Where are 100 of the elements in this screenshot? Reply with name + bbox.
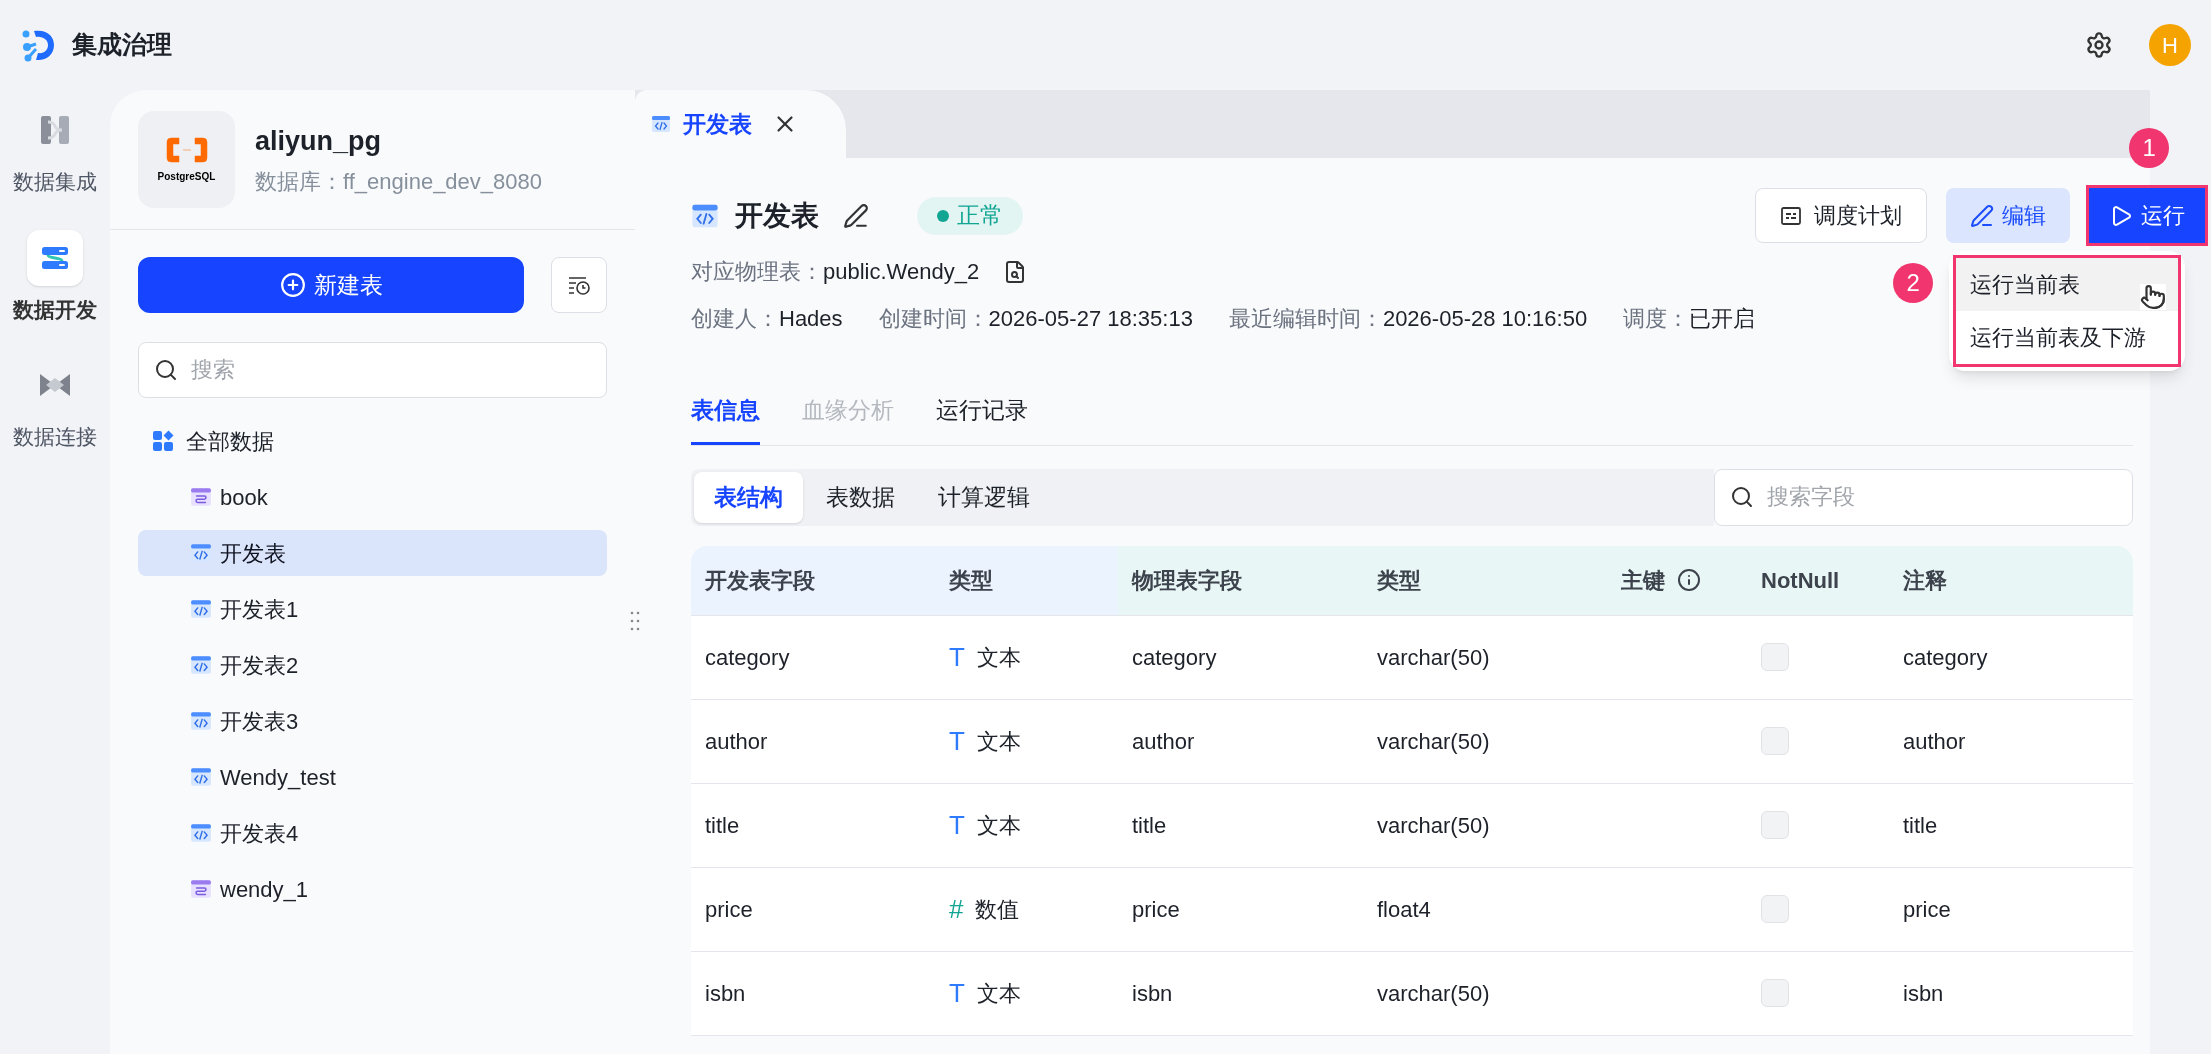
schedule-button[interactable]: 调度计划 (1755, 188, 1928, 243)
checkbox[interactable] (1761, 895, 1789, 923)
type-cell-text: # 数值 (948, 892, 1021, 926)
table-cell-text: category (1131, 643, 1218, 672)
segment-tab[interactable]: 计算逻辑 (918, 471, 1050, 523)
meta-value: 2026-05-27 18:35:13 (988, 305, 1193, 333)
tree-item[interactable]: 开发表 (138, 530, 607, 576)
table-cell-text: author (1131, 727, 1196, 756)
segment-tab[interactable]: 表数据 (806, 471, 915, 523)
datasource-name: aliyun_pg (255, 124, 383, 158)
table-cell-text: title (704, 811, 741, 840)
column-header: NotNull (1747, 545, 1889, 615)
checkbox[interactable] (1761, 727, 1789, 755)
column-header: 类型 (1363, 545, 1607, 615)
edit-button[interactable]: 编辑 (1946, 188, 2071, 243)
editor-tab[interactable]: 开发表 (635, 90, 846, 158)
tree-item[interactable]: 开发表2 (138, 642, 607, 688)
history-filter-button[interactable] (551, 257, 607, 313)
tree-item[interactable]: 开发表4 (138, 810, 607, 856)
code-table-icon (190, 822, 212, 844)
meta-value: public.Wendy_2 (823, 258, 980, 286)
type-cell-text: T 文本 (948, 640, 1022, 674)
code-table-icon (651, 114, 671, 134)
plus-icon (279, 272, 306, 298)
meta-value: Hades (779, 305, 843, 333)
column-header: 物理表字段 (1118, 545, 1363, 615)
menu-item[interactable]: 运行当前表 (1956, 258, 2179, 311)
meta-label: 创建人： (691, 305, 779, 333)
table-cell-text: price (704, 895, 754, 924)
settings-icon[interactable] (2085, 31, 2113, 59)
new-table-button[interactable]: 新建表 (138, 257, 524, 313)
meta-value: 2026-05-28 10:16:50 (1382, 305, 1588, 333)
table-cell-text: isbn (704, 979, 747, 1008)
meta-label: 最近编辑时间： (1228, 305, 1383, 333)
edit-icon[interactable] (843, 202, 869, 229)
field-search[interactable]: 搜索字段 (1714, 468, 2133, 526)
column-header: 开发表字段 (691, 545, 935, 615)
table-cell-text: varchar(50) (1376, 811, 1491, 840)
hand-pointer-icon (2140, 284, 2167, 310)
nav-item[interactable]: 数据连接 (13, 357, 97, 453)
table-cell-text: author (704, 727, 769, 756)
database-name: 数据库：ff_engine_dev_8080 (255, 168, 542, 197)
callout-number: 2 (1893, 263, 1934, 303)
table-title: 开发表 (735, 198, 819, 233)
meta-label: 创建时间： (878, 305, 989, 333)
search-icon (1730, 484, 1754, 509)
info-tab[interactable]: 表信息 (691, 393, 760, 445)
table-cell-text: title (1902, 811, 1939, 840)
checkbox[interactable] (1761, 643, 1789, 671)
checkbox[interactable] (1761, 979, 1789, 1007)
meta-label: 调度： (1623, 305, 1690, 333)
segment-tab[interactable]: 表结构 (694, 471, 803, 523)
tree-item[interactable]: wendy_1 (138, 866, 607, 912)
callout-number: 1 (2129, 128, 2170, 168)
type-cell-text: T 文本 (948, 724, 1022, 758)
logo-caption: PostgreSQL (157, 170, 216, 184)
table-cell-text: isbn (1131, 979, 1174, 1008)
panel-icon (1780, 204, 1803, 227)
table-icon (190, 878, 212, 900)
table-cell-text: varchar(50) (1376, 979, 1491, 1008)
table-cell-text: varchar(50) (1376, 727, 1491, 756)
pencil-icon (1970, 203, 1995, 228)
table-cell-text: price (1902, 895, 1952, 924)
run-button[interactable]: 运行 (2089, 188, 2206, 243)
table-cell-text: float4 (1376, 895, 1432, 924)
meta-value: 已开启 (1689, 305, 1756, 333)
type-cell-text: T 文本 (948, 976, 1022, 1010)
info-tab[interactable]: 运行记录 (936, 393, 1028, 445)
table-cell-text: title (1131, 811, 1168, 840)
app-title: 集成治理 (72, 29, 172, 61)
tree-item[interactable]: book (138, 474, 607, 520)
search-field[interactable]: 搜索 (138, 342, 607, 398)
tree-root[interactable]: 全部数据 (186, 424, 274, 458)
table-icon (190, 486, 212, 508)
column-header: 注释 (1889, 545, 2133, 615)
bracket-logo-icon (164, 135, 209, 165)
type-cell-text: T 文本 (948, 808, 1022, 842)
status-tag: 正常 (917, 196, 1023, 235)
meta-label: 对应物理表： (691, 258, 823, 286)
nav-item[interactable]: 数据集成 (13, 102, 97, 198)
code-table-icon (190, 710, 212, 732)
code-table-icon (190, 766, 212, 788)
column-header: 类型 (935, 545, 1118, 615)
menu-item[interactable]: 运行当前表及下游 (1956, 311, 2179, 364)
table-cell-text: category (1902, 643, 1989, 672)
search-icon (154, 358, 178, 382)
nav-item[interactable]: 数据开发 (13, 229, 97, 325)
info-icon[interactable] (1677, 568, 1701, 592)
table-cell-text: author (1902, 727, 1967, 756)
grid-icon (152, 430, 174, 452)
tree-item[interactable]: Wendy_test (138, 754, 607, 800)
tree-item[interactable]: 开发表3 (138, 698, 607, 744)
code-table-icon (190, 598, 212, 620)
table-cell-text: price (1131, 895, 1181, 924)
table-cell-text: category (704, 643, 791, 672)
table-cell-text: isbn (1902, 979, 1945, 1008)
checkbox[interactable] (1761, 811, 1789, 839)
tree-item[interactable]: 开发表1 (138, 586, 607, 632)
integration-icon (38, 113, 72, 147)
table-cell-text: varchar(50) (1376, 643, 1491, 672)
